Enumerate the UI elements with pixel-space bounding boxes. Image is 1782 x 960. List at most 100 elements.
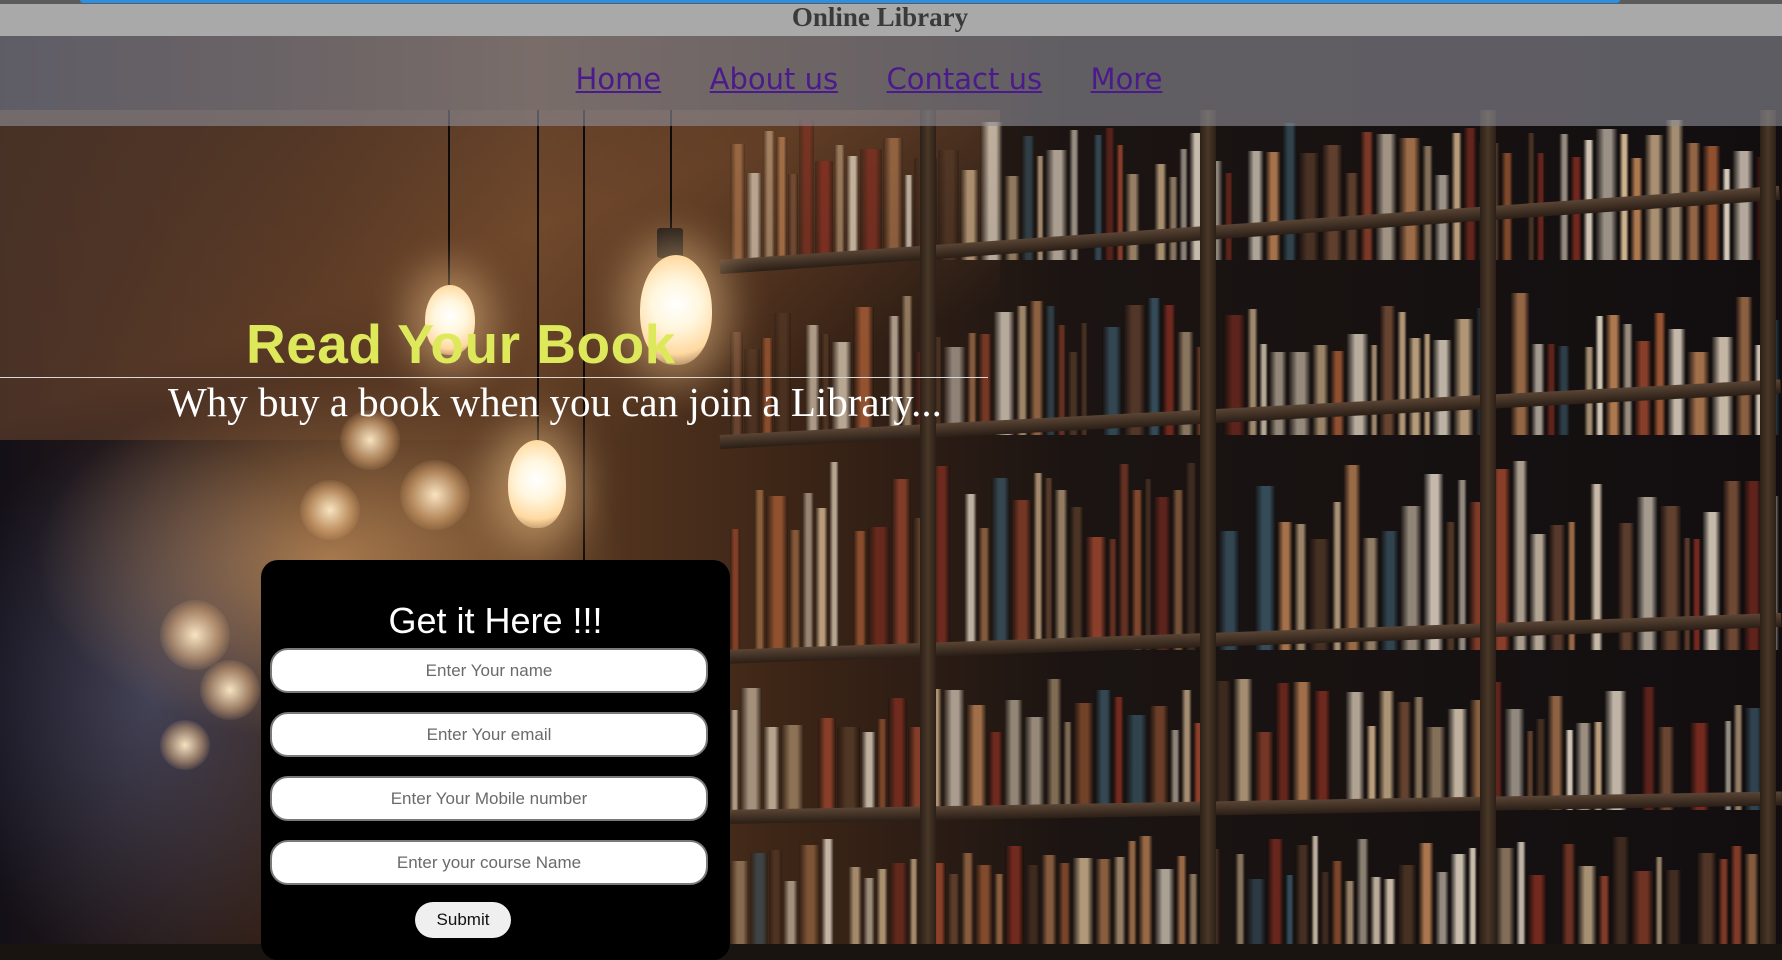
book-spine — [1181, 690, 1192, 810]
book-spine — [730, 709, 739, 810]
book-spine — [1108, 538, 1117, 650]
book-spine — [1073, 703, 1094, 810]
book-spine — [1622, 323, 1633, 435]
book-spine — [1396, 702, 1412, 810]
book-spine — [1664, 869, 1682, 944]
book-spine — [1224, 173, 1233, 260]
book-spine — [1179, 148, 1188, 260]
book-spine — [1095, 858, 1112, 944]
book-spine — [947, 873, 960, 944]
book-spine — [1344, 880, 1355, 944]
book-spine — [966, 704, 987, 810]
book-spine — [964, 493, 977, 650]
book-spine — [1063, 722, 1072, 810]
book-spine — [967, 332, 977, 435]
book-spine — [1265, 152, 1281, 260]
book-spine — [1527, 133, 1535, 260]
book-spine — [1366, 726, 1377, 810]
book-spine — [1246, 878, 1266, 944]
book-spine — [1131, 490, 1143, 650]
book-spine — [848, 867, 862, 944]
book-spine — [1113, 696, 1124, 810]
book-spine — [1149, 706, 1169, 810]
book-spine — [1254, 732, 1274, 810]
book-spine — [1138, 836, 1153, 944]
book-spine — [1313, 691, 1331, 810]
book-spine — [1722, 169, 1731, 260]
book-spine — [1267, 839, 1284, 944]
book-spine — [1045, 305, 1056, 435]
book-spine — [1718, 859, 1729, 944]
book-spine — [750, 852, 768, 944]
book-spine — [1005, 845, 1024, 944]
book-spine — [1288, 351, 1311, 435]
nav-link-about-us[interactable]: About us — [710, 62, 838, 96]
book-spine — [1311, 835, 1319, 944]
book-spine — [1343, 464, 1361, 650]
book-spine — [1683, 537, 1691, 650]
signup-form: Get it Here !!! Submit — [261, 560, 730, 960]
book-spine — [846, 156, 859, 260]
book-spine — [1665, 119, 1684, 260]
book-spine — [783, 880, 798, 944]
book-spine — [1154, 868, 1175, 944]
book-spine — [1397, 864, 1417, 944]
book-spine — [1125, 174, 1140, 260]
book-spine — [877, 719, 887, 810]
book-spine — [889, 862, 908, 944]
book-spine — [1041, 854, 1057, 944]
book-spine — [1732, 150, 1754, 260]
book-spine — [978, 527, 990, 650]
book-spine — [861, 731, 876, 810]
book-spine — [1423, 474, 1444, 650]
course-name-input[interactable] — [270, 840, 708, 885]
nav-link-contact-us[interactable]: Contact us — [887, 62, 1043, 96]
shelf-upright — [1200, 110, 1216, 944]
lamp-cord — [670, 110, 672, 235]
book-spine — [1435, 872, 1449, 944]
book-spine — [1413, 696, 1424, 810]
book-spine — [1696, 853, 1717, 944]
book-spine — [740, 688, 762, 810]
book-spine — [1468, 848, 1477, 944]
book-spine — [993, 312, 1015, 435]
book-spine — [1247, 151, 1264, 260]
nav-link-home[interactable]: Home — [576, 62, 662, 96]
book-spine — [1144, 478, 1152, 650]
site-title-bar: Online Library — [0, 2, 1782, 36]
book-spine — [788, 174, 798, 260]
nav-links: Home About us Contact us More — [576, 62, 1185, 96]
book-spine — [868, 526, 890, 650]
book-spine — [1125, 714, 1148, 810]
book-spine — [1024, 717, 1045, 810]
book-spine — [1692, 538, 1701, 650]
book-spine — [1320, 871, 1330, 944]
book-spine — [1453, 318, 1474, 435]
book-spine — [1016, 305, 1028, 435]
submit-button[interactable]: Submit — [415, 902, 511, 938]
email-input[interactable] — [270, 712, 708, 757]
book-spine — [1370, 344, 1378, 435]
book-spine — [1254, 485, 1276, 650]
book-spine — [1516, 841, 1526, 944]
book-spine — [1378, 691, 1395, 810]
book-spine — [818, 717, 836, 810]
book-spine — [1735, 297, 1753, 435]
book-spine — [1331, 860, 1343, 944]
book-spine — [1170, 730, 1180, 810]
form-heading: Get it Here !!! — [388, 600, 603, 641]
book-spine — [1113, 857, 1126, 944]
book-spine — [730, 861, 749, 944]
nav-link-more[interactable]: More — [1091, 62, 1163, 96]
name-input[interactable] — [270, 648, 708, 693]
book-spine — [1330, 350, 1345, 435]
mobile-number-input[interactable] — [270, 776, 708, 821]
book-spine — [1033, 472, 1043, 650]
book-spine — [746, 172, 762, 260]
book-spine — [1730, 846, 1743, 944]
book-spine — [1312, 345, 1329, 435]
book-spine — [1044, 477, 1053, 650]
book-spine — [781, 724, 804, 810]
book-spine — [815, 507, 828, 650]
lamp-socket — [657, 228, 683, 258]
